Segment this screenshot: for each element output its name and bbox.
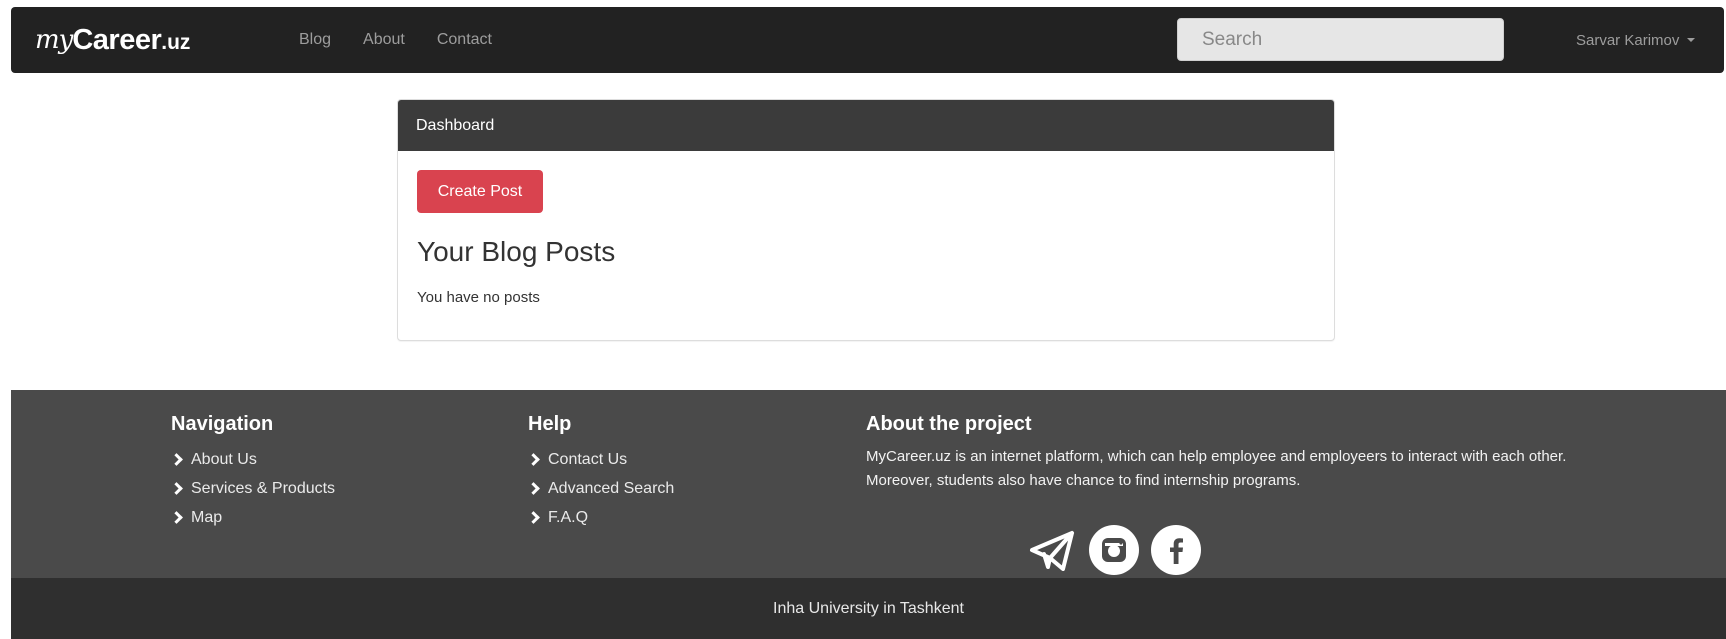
empty-posts-message: You have no posts — [417, 289, 540, 306]
nav-link-blog[interactable]: Blog — [299, 31, 331, 49]
instagram-icon[interactable] — [1088, 524, 1140, 576]
chevron-right-icon — [527, 453, 540, 466]
chevron-right-icon — [170, 511, 183, 524]
caret-down-icon — [1687, 38, 1696, 42]
facebook-icon[interactable] — [1150, 524, 1202, 576]
social-icons — [1026, 524, 1212, 576]
user-name: Sarvar Karimov — [1576, 31, 1680, 49]
brand-my: my — [35, 25, 73, 55]
brand-uz: .uz — [161, 31, 191, 54]
footer-help-column: Help Contact Us Advanced Search F.A.Q — [527, 413, 675, 532]
footer-link-label: Contact Us — [548, 450, 628, 468]
top-navbar: my Career .uz Blog About Contact Sarvar … — [11, 7, 1724, 73]
nav-link-contact[interactable]: Contact — [437, 31, 492, 49]
footer-link-label: Advanced Search — [548, 479, 675, 497]
telegram-icon[interactable] — [1026, 524, 1078, 576]
chevron-right-icon — [170, 482, 183, 495]
footer-link-map[interactable]: Map — [170, 503, 335, 532]
footer-bottom-bar: Inha University in Tashkent — [11, 578, 1726, 639]
footer-bottom-text: Inha University in Tashkent — [773, 599, 964, 617]
footer-link-label: Map — [191, 508, 223, 526]
search-input[interactable] — [1177, 18, 1504, 61]
footer-about-column: About the project MyCareer.uz is an inte… — [866, 413, 1586, 493]
dashboard-panel: Dashboard Create Post Your Blog Posts Yo… — [397, 99, 1335, 341]
panel-heading: Dashboard — [398, 100, 1334, 151]
nav-link-about[interactable]: About — [363, 31, 405, 49]
footer-link-label: F.A.Q — [548, 508, 589, 526]
panel-title: Dashboard — [416, 116, 495, 134]
footer-link-label: About Us — [191, 450, 257, 468]
footer-link-advanced-search[interactable]: Advanced Search — [527, 474, 675, 503]
posts-title: Your Blog Posts — [417, 236, 616, 267]
footer-link-faq[interactable]: F.A.Q — [527, 503, 674, 532]
footer-about-title: About the project — [866, 413, 1032, 435]
footer-navigation-column: Navigation About Us Services & Products … — [170, 413, 336, 532]
brand-logo[interactable]: my Career .uz — [35, 21, 190, 59]
footer-navigation-title: Navigation — [171, 413, 274, 435]
chevron-right-icon — [170, 453, 183, 466]
footer-help-title: Help — [528, 413, 572, 435]
footer-link-services[interactable]: Services & Products — [170, 474, 336, 503]
footer-link-contact-us[interactable]: Contact Us — [527, 445, 674, 474]
create-post-button[interactable]: Create Post — [417, 170, 543, 213]
footer: Navigation About Us Services & Products … — [11, 390, 1726, 639]
user-menu-dropdown[interactable]: Sarvar Karimov — [1576, 7, 1696, 73]
chevron-right-icon — [527, 482, 540, 495]
footer-about-text: MyCareer.uz is an internet platform, whi… — [866, 448, 1567, 489]
footer-link-label: Services & Products — [191, 479, 336, 497]
chevron-right-icon — [527, 511, 540, 524]
nav-links: Blog About Contact — [299, 7, 524, 73]
brand-career: Career — [72, 23, 162, 56]
footer-link-about-us[interactable]: About Us — [170, 445, 335, 474]
